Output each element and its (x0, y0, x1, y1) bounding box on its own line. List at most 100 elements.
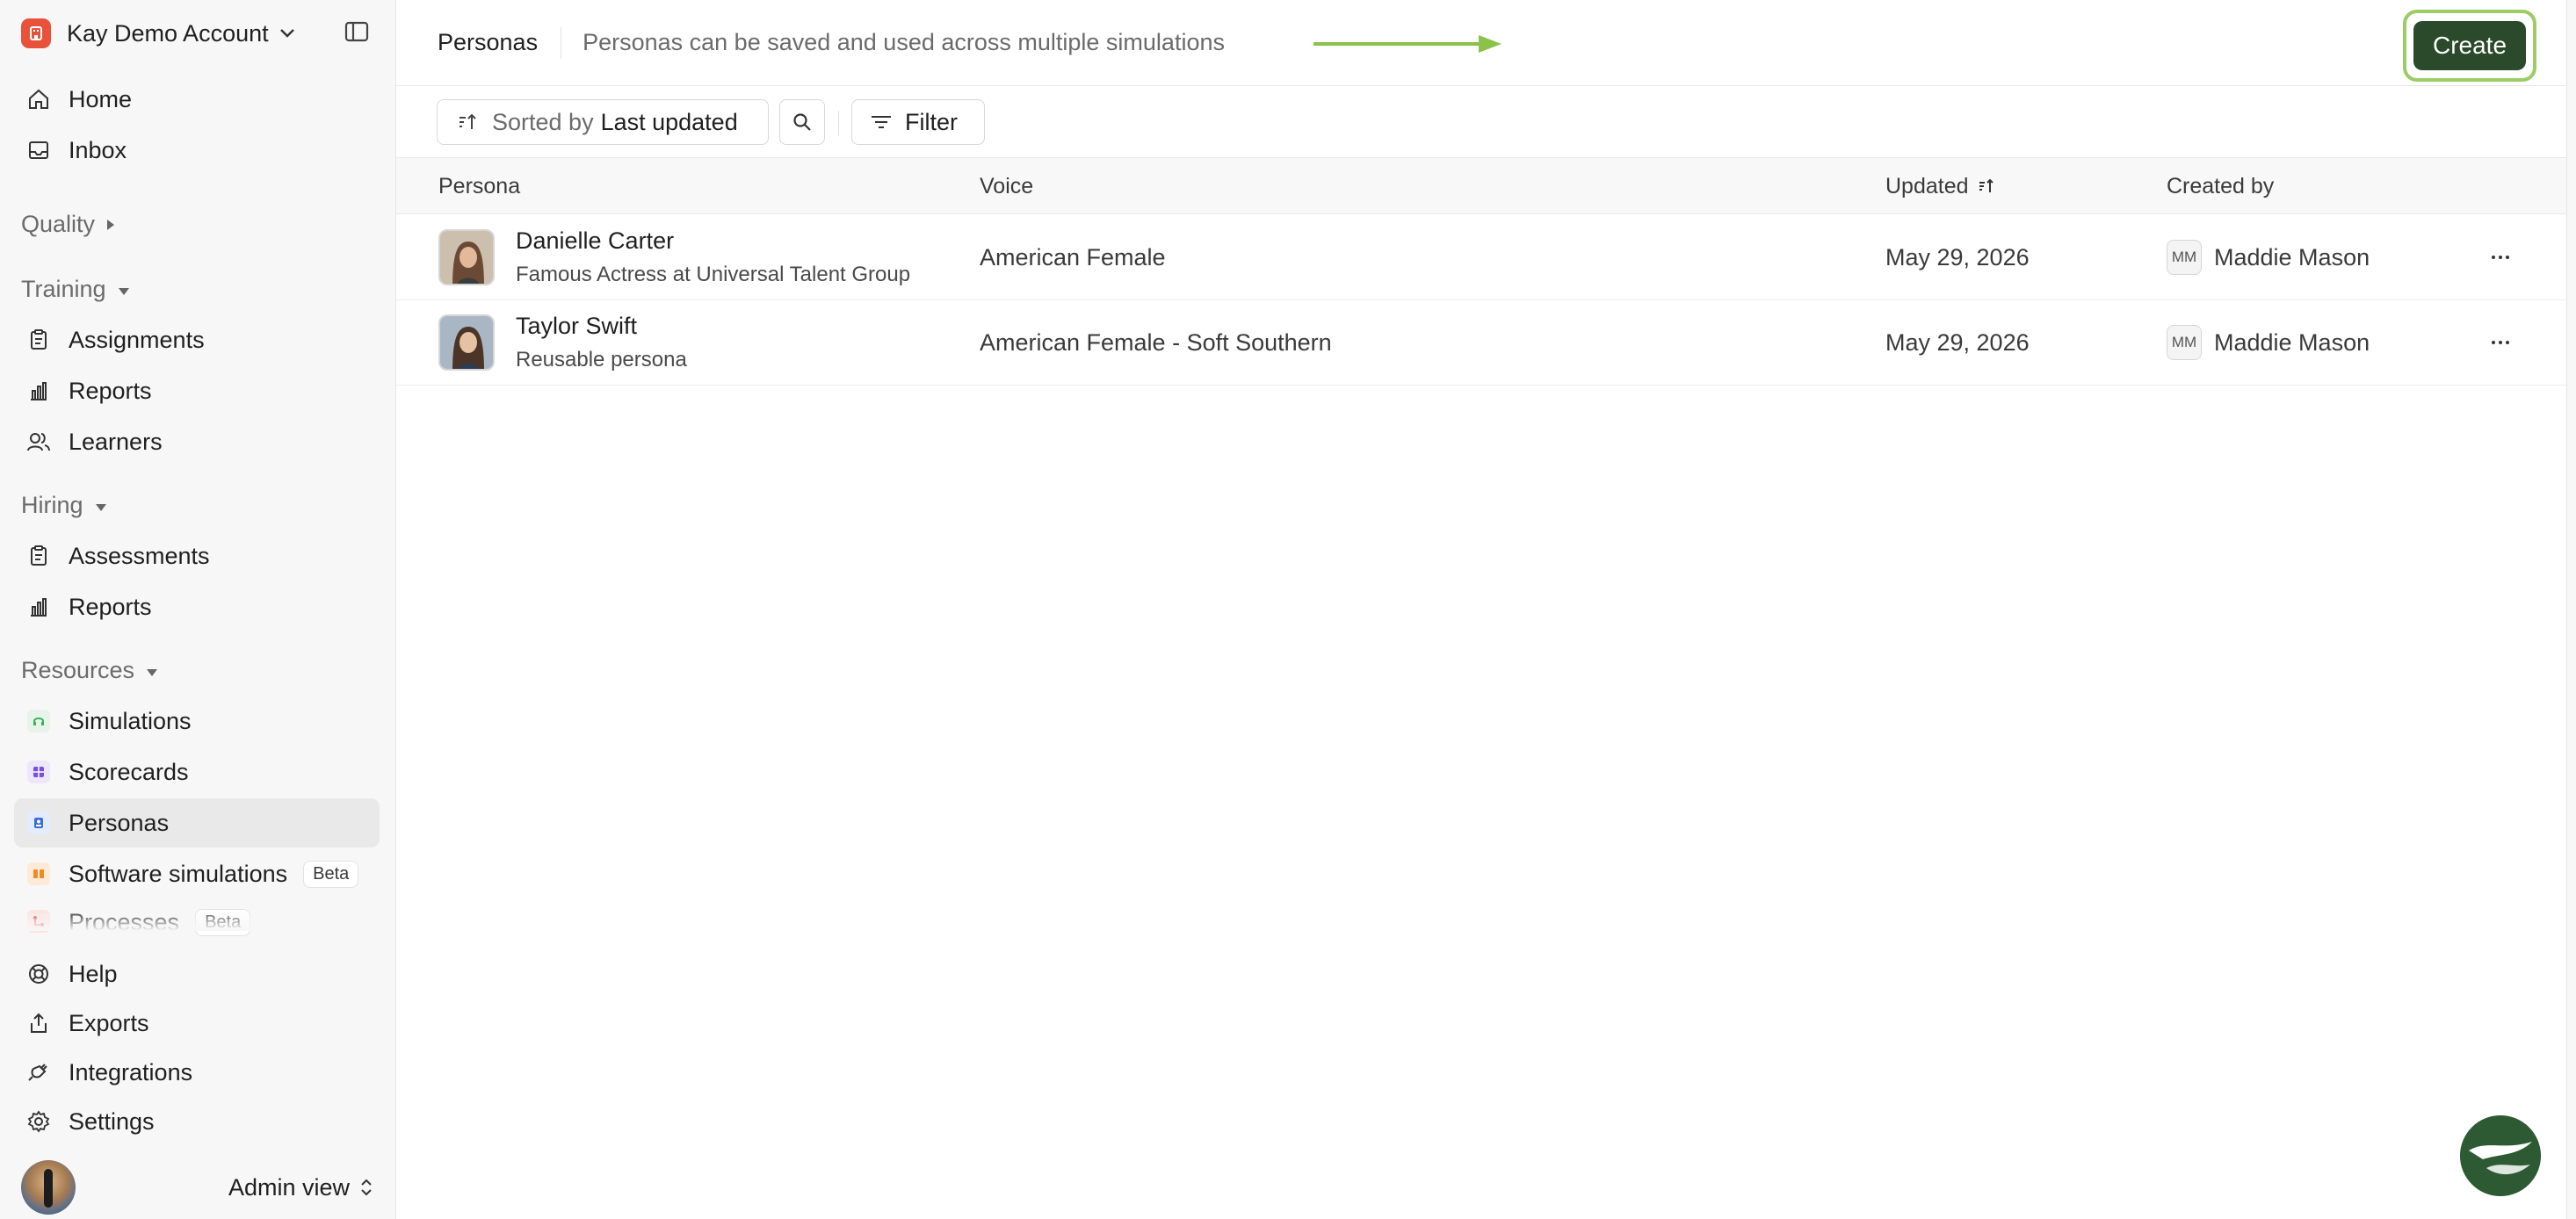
table-row[interactable]: Danielle Carter Famous Actress at Univer… (396, 215, 2566, 300)
sidebar-item-exports[interactable]: Exports (14, 999, 380, 1048)
sidebar-item-label: Learners (69, 428, 163, 455)
section-quality[interactable]: Quality (21, 206, 116, 242)
sidebar-item-label: Assignments (69, 326, 205, 353)
creator-name: Maddie Mason (2214, 243, 2370, 270)
sidebar-item-home[interactable]: Home (14, 75, 380, 124)
view-label: Admin view (228, 1173, 350, 1201)
sort-prefix: Sorted by (492, 108, 594, 135)
table-header: Persona Voice Updated Created by (396, 158, 2566, 214)
sidebar-item-label: Integrations (69, 1058, 193, 1086)
sidebar-item-assignments[interactable]: Assignments (14, 315, 380, 364)
account-name: Kay Demo Account (67, 19, 269, 47)
sort-icon (1979, 178, 1994, 192)
section-hiring[interactable]: Hiring (21, 487, 108, 523)
caret-right-icon (105, 211, 116, 238)
persona-creator: MM Maddie Mason (2167, 215, 2370, 299)
caret-down-icon (117, 276, 131, 303)
persona-creator: MM Maddie Mason (2167, 300, 2370, 385)
persona-description: Reusable persona (516, 348, 687, 371)
persona-portrait-icon (440, 316, 493, 369)
section-training[interactable]: Training (21, 271, 131, 307)
account-logo-icon (21, 18, 51, 48)
sidebar-item-label: Software simulations (69, 860, 288, 887)
filter-label: Filter (905, 108, 958, 135)
sort-button[interactable]: Sorted by Last updated (437, 99, 769, 145)
bar-chart-icon (26, 379, 51, 403)
user-menu[interactable]: Admin view (21, 1160, 373, 1215)
sidebar-item-label: Home (69, 85, 133, 112)
column-header-created-by[interactable]: Created by (2167, 158, 2274, 214)
sidebar-item-label: Inbox (69, 136, 127, 163)
filter-button[interactable]: Filter (851, 99, 985, 145)
search-button[interactable] (779, 99, 825, 145)
sidebar-item-integrations[interactable]: Integrations (14, 1048, 380, 1097)
table-row[interactable]: Taylor Swift Reusable persona American F… (396, 300, 2566, 386)
persona-updated: May 29, 2026 (1885, 243, 2030, 270)
section-resources[interactable]: Resources (21, 653, 159, 688)
chevron-down-icon (279, 28, 295, 39)
column-header-updated[interactable]: Updated (1885, 158, 1995, 214)
section-label: Quality (21, 210, 96, 237)
creator-avatar: MM (2167, 240, 2202, 275)
chat-bird-icon (2460, 1115, 2541, 1196)
sidebar-item-label: Scorecards (69, 758, 189, 785)
sidebar-item-settings[interactable]: Settings (14, 1097, 380, 1146)
persona-description: Famous Actress at Universal Talent Group (516, 263, 911, 286)
sidebar-item-label: Personas (69, 809, 170, 836)
column-header-persona[interactable]: Persona (438, 158, 520, 214)
create-button[interactable]: Create (2413, 21, 2526, 70)
avatar[interactable] (21, 1160, 76, 1215)
page-title: Personas (438, 29, 539, 55)
section-label: Hiring (21, 491, 83, 518)
headset-icon-badge (27, 710, 50, 732)
filter-icon (872, 116, 891, 128)
clipboard-icon (26, 544, 51, 568)
view-switcher[interactable]: Admin view (228, 1174, 373, 1201)
persona-portrait-icon (440, 231, 493, 284)
persona-name: Taylor Swift (516, 313, 638, 339)
sort-icon (459, 113, 476, 129)
scroll-fade (0, 908, 395, 931)
sidebar-item-label: Help (69, 960, 118, 987)
chat-launcher-button[interactable] (2460, 1115, 2541, 1196)
sidebar-item-simulations[interactable]: Simulations (14, 696, 380, 746)
sidebar-item-assessments[interactable]: Assessments (14, 531, 380, 581)
sidebar-item-help[interactable]: Help (14, 949, 380, 999)
clipboard-icon (26, 328, 51, 352)
bar-chart-icon (26, 595, 51, 619)
sidebar-item-hiring-reports[interactable]: Reports (14, 582, 380, 631)
sidebar-item-training-reports[interactable]: Reports (14, 366, 380, 415)
grid-icon-badge (27, 761, 50, 783)
sidebar-item-personas[interactable]: Personas (14, 798, 380, 848)
creator-avatar: MM (2167, 325, 2202, 360)
column-header-label: Updated (1885, 173, 1969, 198)
persona-icon-badge (27, 811, 50, 834)
gear-icon (26, 1109, 51, 1134)
export-icon (26, 1011, 51, 1035)
sidebar-item-learners[interactable]: Learners (14, 417, 380, 466)
sidebar-item-inbox[interactable]: Inbox (14, 126, 380, 175)
section-label: Training (21, 275, 106, 302)
create-button-highlight: Create (2403, 10, 2536, 82)
chevron-up-down-icon (361, 1179, 372, 1196)
persona-avatar (438, 314, 495, 371)
plug-icon (26, 1060, 51, 1085)
account-switcher[interactable]: Kay Demo Account (21, 16, 295, 51)
lifebuoy-icon (26, 962, 51, 986)
search-icon (793, 113, 811, 131)
sidebar-item-label: Assessments (69, 542, 210, 569)
column-header-voice[interactable]: Voice (980, 158, 1033, 214)
grid-icon (26, 760, 51, 784)
sidebar-toggle-icon[interactable] (344, 21, 369, 47)
sidebar-item-software-simulations[interactable]: Software simulations Beta (14, 849, 380, 898)
section-label: Resources (21, 656, 135, 683)
software-icon (26, 862, 51, 886)
row-more-button[interactable] (2491, 300, 2510, 385)
more-horizontal-icon (2492, 256, 2509, 259)
sidebar-item-scorecards[interactable]: Scorecards (14, 747, 380, 797)
row-more-button[interactable] (2491, 215, 2510, 299)
sort-value: Last updated (600, 108, 738, 135)
page-subtitle: Personas can be saved and used across mu… (582, 29, 1225, 55)
more-horizontal-icon (2492, 341, 2509, 344)
toolbar-divider (838, 111, 839, 135)
